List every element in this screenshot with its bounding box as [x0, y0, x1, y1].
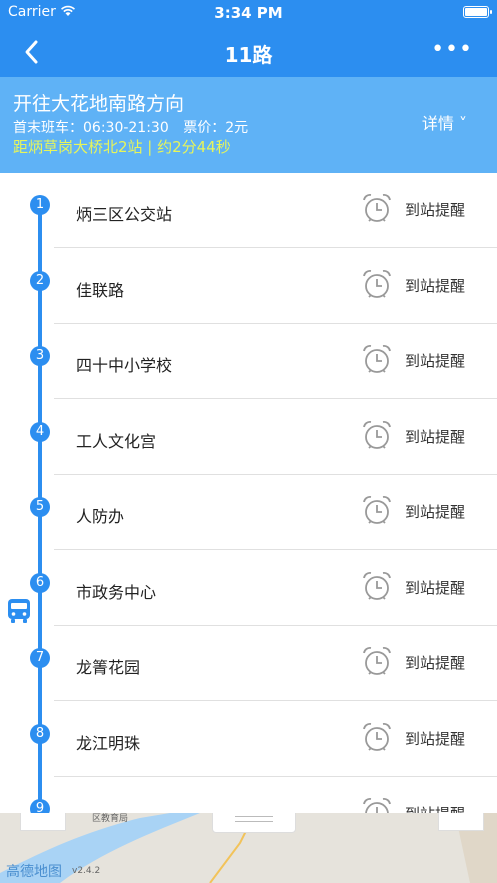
station-row[interactable]: 7 龙箐花园 到站提醒 [0, 626, 497, 701]
arrival-reminder-button[interactable]: 到站提醒 [405, 501, 465, 522]
route-info-header: 开往大花地南路方向 首末班车：06:30-21:30 票价：2元 距炳草岗大桥北… [0, 77, 497, 176]
nav-bar: 11路 ••• [0, 26, 497, 77]
arrival-reminder-button[interactable]: 到站提醒 [405, 577, 465, 598]
station-name: 龙箐花园 [76, 658, 141, 677]
alarm-clock-icon[interactable] [360, 493, 394, 527]
alarm-clock-icon[interactable] [360, 644, 394, 678]
fare-label: 票价：2元 [183, 120, 249, 136]
station-number: 2 [30, 270, 50, 291]
station-row[interactable]: 6 市政务中心 到站提醒 [0, 551, 497, 626]
station-row[interactable]: 4 工人文化宫 到站提醒 [0, 400, 497, 475]
map-drawer-handle[interactable] [212, 813, 296, 833]
battery-icon [463, 6, 492, 18]
alarm-clock-icon[interactable] [360, 418, 394, 452]
status-time: 3:34 PM [214, 4, 283, 22]
alarm-clock-icon[interactable] [360, 342, 394, 376]
handle-line [235, 821, 273, 822]
map-version: v2.4.2 [72, 866, 101, 876]
alarm-clock-icon[interactable] [360, 569, 394, 603]
arrival-reminder-button[interactable]: 到站提醒 [405, 199, 465, 220]
station-list[interactable]: 1 炳三区公交站 到站提醒 2 佳联路 到站提醒 3 四十中小学校 到站提醒 4 工人文化宫 到站提醒… [0, 173, 497, 813]
station-name: 龙江明珠 [76, 733, 141, 753]
map-poi-label: 区教育局 [92, 814, 129, 824]
station-number: 9 [30, 799, 50, 813]
more-button[interactable]: ••• [431, 39, 473, 61]
top-bar: Carrier 3:34 PM 11路 ••• [0, 0, 497, 77]
station-number: 4 [30, 421, 50, 442]
alarm-clock-icon[interactable] [360, 795, 394, 813]
station-row[interactable]: 3 四十中小学校 到站提醒 [0, 324, 497, 399]
station-row[interactable]: 9 到站提醒 [0, 777, 497, 813]
station-row[interactable]: 5 人防办 到站提醒 [0, 475, 497, 550]
first-last-bus: 首末班车：06:30-21:30 [13, 120, 169, 136]
map-logo: 高德地图 [6, 864, 62, 880]
station-name: 工人文化宫 [76, 431, 157, 451]
station-name: 四十中小学校 [76, 356, 173, 375]
arrival-reminder-button[interactable]: 到站提醒 [405, 426, 465, 447]
bus-icon [6, 597, 32, 625]
station-number: 3 [30, 346, 50, 366]
map-locate-button[interactable] [438, 813, 484, 831]
station-number: 8 [30, 723, 50, 744]
map-view[interactable]: 区教育局 高德地图 v2.4.2 [0, 813, 497, 883]
map-zoom-button[interactable] [20, 813, 66, 831]
detail-button[interactable]: 详情 ˅ [422, 110, 467, 134]
alarm-clock-icon[interactable] [360, 267, 394, 301]
arrival-reminder-button[interactable]: 到站提醒 [405, 275, 465, 296]
alarm-clock-icon[interactable] [360, 191, 394, 225]
station-number: 6 [30, 572, 50, 593]
handle-line [235, 816, 273, 817]
station-row[interactable]: 8 龙江明珠 到站提醒 [0, 702, 497, 777]
arrival-reminder-button[interactable]: 到站提醒 [405, 803, 465, 813]
station-number: 7 [30, 648, 50, 668]
station-name: 炳三区公交站 [76, 205, 173, 224]
status-bar: Carrier 3:34 PM [0, 0, 497, 26]
arrival-reminder-button[interactable]: 到站提醒 [405, 728, 465, 749]
station-row[interactable]: 1 炳三区公交站 到站提醒 [0, 173, 497, 248]
page-title: 11路 [224, 43, 273, 67]
station-row[interactable]: 2 佳联路 到站提醒 [0, 249, 497, 324]
station-number: 1 [30, 195, 50, 215]
direction-label: 开往大花地南路方向 [13, 93, 185, 115]
alarm-clock-icon[interactable] [360, 720, 394, 754]
station-name: 人防办 [76, 507, 125, 526]
arrival-distance: 距炳草岗大桥北2站 | 约2分44秒 [13, 138, 231, 156]
arrival-reminder-button[interactable]: 到站提醒 [405, 350, 465, 371]
station-name: 市政务中心 [76, 582, 157, 602]
station-name: 佳联路 [76, 280, 125, 300]
arrival-reminder-button[interactable]: 到站提醒 [405, 652, 465, 673]
schedule-info: 首末班车：06:30-21:30 票价：2元 [13, 117, 258, 137]
station-number: 5 [30, 497, 50, 517]
